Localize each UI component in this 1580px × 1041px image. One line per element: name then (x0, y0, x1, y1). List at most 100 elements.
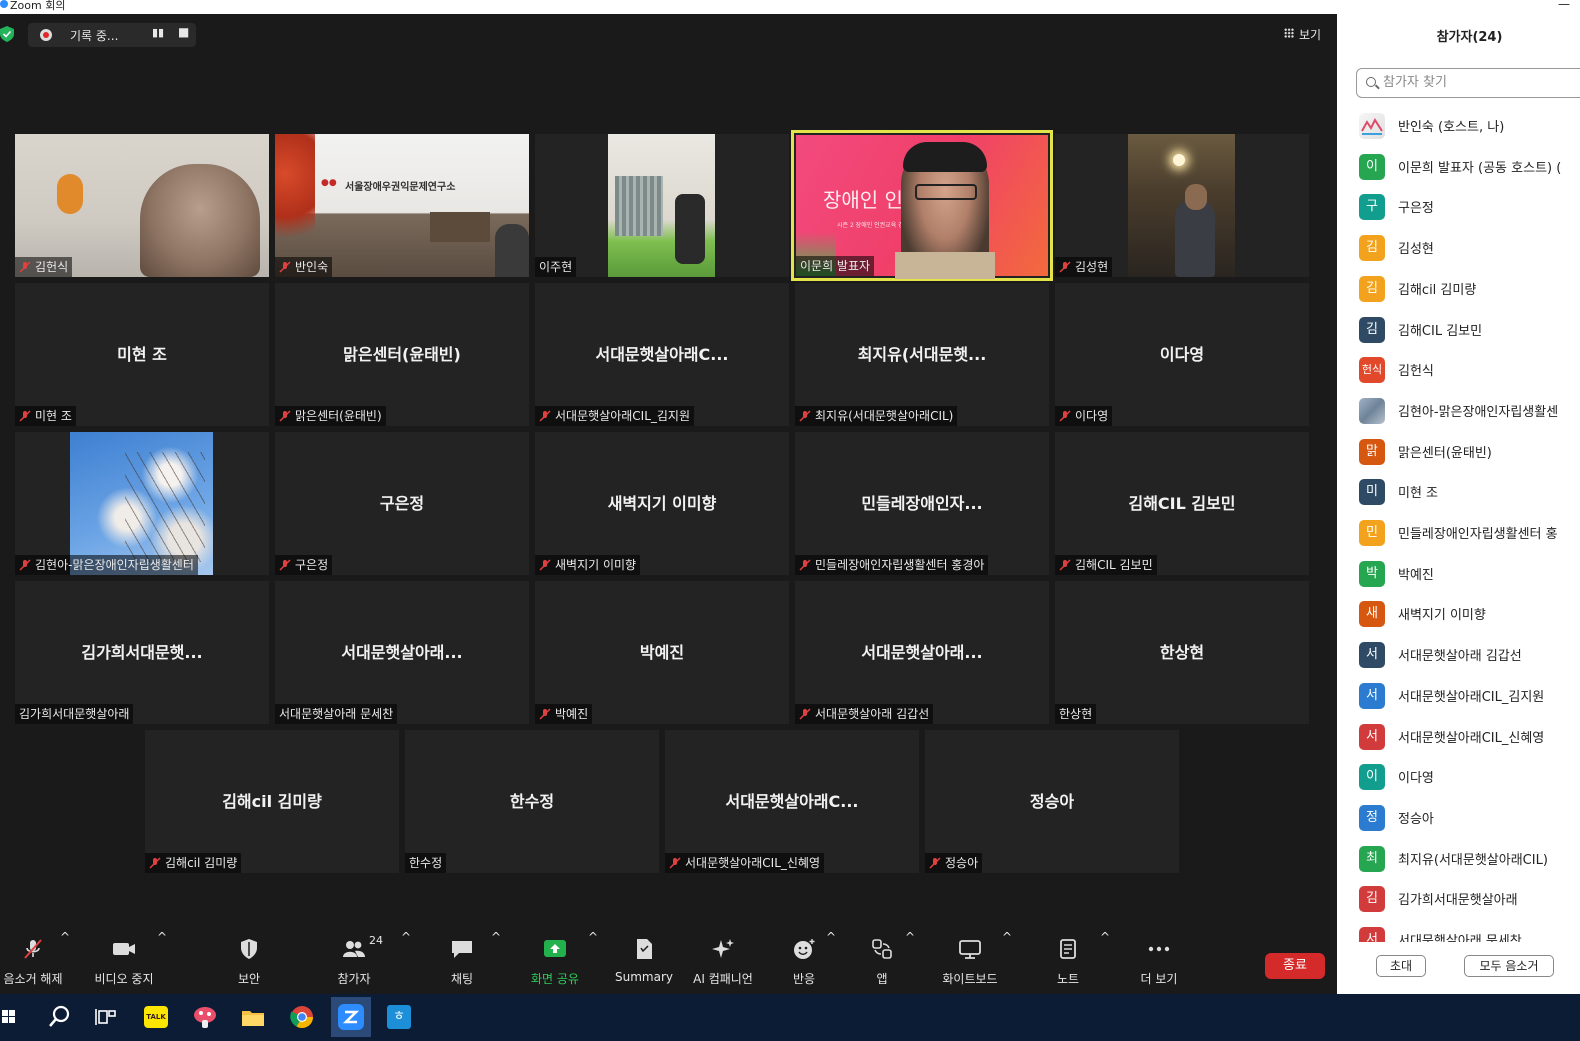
windows-start-icon[interactable] (0, 1000, 22, 1034)
participant-list-item[interactable]: 김현아-맑은장애인자립생활센 (1337, 391, 1580, 431)
participant-list-item[interactable]: 서 서대문햇살아래 김갑선 (1337, 635, 1580, 675)
participant-tile[interactable]: 박예진 박예진 (535, 581, 789, 724)
participant-tile[interactable]: 서대문햇살아래... 서대문햇살아래 김갑선 (795, 581, 1049, 724)
ai-companion-button[interactable]: AI 컴패니언 (688, 930, 758, 994)
participant-tile[interactable]: 서대문햇살아래C... 서대문햇살아래CIL_김지원 (535, 283, 789, 426)
minimize-button[interactable]: — (1558, 0, 1570, 10)
participant-list-item[interactable]: 서 서대문햇살아래CIL_신혜영 (1337, 717, 1580, 757)
participant-list-item[interactable]: 이 이문희 발표자 (공동 호스트) ( (1337, 147, 1580, 187)
participant-tile[interactable]: 민들레장애인자... 민들레장애인자립생활센터 홍경아 (795, 432, 1049, 575)
summary-button[interactable]: Summary (614, 930, 674, 994)
tile-name: 반인숙 (295, 260, 329, 274)
participant-tile[interactable]: 구은정 구은정 (275, 432, 529, 575)
participant-name: 김해CIL 김보민 (1398, 323, 1483, 339)
more-button[interactable]: 더 보기 (1134, 930, 1184, 994)
participant-tile[interactable]: 미현 조 미현 조 (15, 283, 269, 426)
mushroom-app-icon[interactable] (188, 1000, 222, 1034)
participant-name: 새벽지기 이미향 (1398, 608, 1486, 624)
participant-list-item[interactable]: 새 새벽지기 이미향 (1337, 594, 1580, 634)
panel-title: 참가자(24) (1436, 30, 1503, 45)
participant-list-item[interactable]: 서 서대문햇살아래 문세찬 (1337, 920, 1580, 942)
muted-mic-icon (1059, 410, 1071, 422)
participant-list-item[interactable]: 김 김가희서대문햇살아래 (1337, 879, 1580, 919)
participant-list-item[interactable]: 박 박예진 (1337, 554, 1580, 594)
tile-name: 새벽지기 이미향 (555, 558, 637, 572)
whiteboard-options-caret[interactable]: ^ (1002, 930, 1012, 994)
avatar (1359, 397, 1385, 424)
notes-button[interactable]: 노트 (1048, 930, 1088, 994)
video-tile[interactable]: 김성현 (1055, 134, 1309, 277)
search-icon[interactable] (42, 1000, 76, 1034)
participant-tile[interactable]: 김가희서대문햇... 김가희서대문햇살아래 (15, 581, 269, 724)
tile-name-tag: 이다영 (1055, 406, 1113, 426)
participant-list-item[interactable]: 최 최지유(서대문햇살아래CIL) (1337, 839, 1580, 879)
participant-tile[interactable]: 서대문햇살아래... 서대문햇살아래 문세찬 (275, 581, 529, 724)
participant-list-item[interactable]: 민 민들레장애인자립생활센터 홍 (1337, 513, 1580, 553)
avatar: 김 (1359, 275, 1385, 302)
muted-mic-icon (929, 857, 941, 869)
participant-list-item[interactable]: 김 김성현 (1337, 228, 1580, 268)
stop-video-button[interactable]: 비디오 중지 (88, 930, 160, 994)
share-screen-label: 화면 공유 (531, 972, 579, 986)
video-tile-active-speaker[interactable]: 장애인 인 미 시즌 2 장애인 인권교육 강사 업 이문희 발표자 (791, 130, 1053, 281)
participant-search-input[interactable]: 참가자 찾기 (1356, 68, 1580, 98)
participants-button[interactable]: 24 참가자 (326, 930, 383, 994)
video-tile[interactable]: 김헌식 (15, 134, 269, 277)
video-tile[interactable]: 이주현 (535, 134, 789, 277)
end-meeting-button[interactable]: 종료 (1265, 953, 1325, 979)
participant-tile[interactable]: 한상현 한상현 (1055, 581, 1309, 724)
participant-tile[interactable]: 최지유(서대문햇... 최지유(서대문햇살아래CIL) (795, 283, 1049, 426)
share-screen-button[interactable]: 화면 공유 (526, 930, 584, 994)
chat-options-caret[interactable]: ^ (491, 930, 501, 994)
participant-tile[interactable]: 새벽지기 이미향 새벽지기 이미향 (535, 432, 789, 575)
participant-tile[interactable]: 한수정 한수정 (405, 730, 659, 873)
participant-tile[interactable]: 김해cil 김미량 김해cil 김미량 (145, 730, 399, 873)
invite-button[interactable]: 초대 (1376, 955, 1426, 977)
unmute-button[interactable]: 음소거 해제 (0, 930, 66, 994)
chat-button[interactable]: 채팅 (436, 930, 488, 994)
hangul-icon[interactable]: ㅎ (382, 1000, 416, 1034)
tile-name-tag: 구은정 (275, 555, 333, 575)
reactions-options-caret[interactable]: ^ (826, 930, 836, 994)
apps-options-caret[interactable]: ^ (905, 930, 915, 994)
kakaotalk-icon[interactable]: TALK (139, 1000, 173, 1034)
task-view-icon[interactable] (90, 1000, 124, 1034)
participant-list-item[interactable]: 구 구은정 (1337, 187, 1580, 227)
participant-tile[interactable]: 맑은센터(윤태빈) 맑은센터(윤태빈) (275, 283, 529, 426)
tile-name: 서대문햇살아래 문세찬 (279, 707, 394, 721)
participant-tile[interactable]: 이다영 이다영 (1055, 283, 1309, 426)
video-options-caret[interactable]: ^ (157, 930, 167, 994)
mute-all-button[interactable]: 모두 음소거 (1464, 955, 1554, 977)
participant-list-item[interactable]: 미 미현 조 (1337, 472, 1580, 512)
participant-list-item[interactable]: 맑 맑은센터(윤태빈) (1337, 432, 1580, 472)
pause-recording-button[interactable]: ▮▮ (152, 26, 164, 39)
security-button[interactable]: 보안 (222, 930, 276, 994)
participant-list-item[interactable]: 반인숙 (호스트, 나) (1337, 106, 1580, 146)
video-tile[interactable]: 김현아-맑은장애인자립생활센터 (15, 432, 269, 575)
participant-list-item[interactable]: 김 김해CIL 김보민 (1337, 310, 1580, 350)
participant-tile[interactable]: 김해CIL 김보민 김해CIL 김보민 (1055, 432, 1309, 575)
participant-list-item[interactable]: 이 이다영 (1337, 757, 1580, 797)
reactions-button[interactable]: 반응 (782, 930, 826, 994)
chrome-icon[interactable] (285, 1000, 319, 1034)
view-button[interactable]: 보기 (1278, 24, 1330, 44)
apps-button[interactable]: 앱 (862, 930, 902, 994)
whiteboard-button[interactable]: 화이트보드 (936, 930, 1004, 994)
tile-name: 이문희 발표자 (800, 259, 871, 273)
audio-options-caret[interactable]: ^ (60, 930, 70, 994)
participant-list-item[interactable]: 헌식 김헌식 (1337, 350, 1580, 390)
participant-tile[interactable]: 정승아 정승아 (925, 730, 1179, 873)
participants-options-caret[interactable]: ^ (401, 930, 411, 994)
video-tile[interactable]: ●● 서울장애우권익문제연구소 반인숙 (275, 134, 529, 277)
tile-name-tag: 서대문햇살아래 문세찬 (275, 704, 398, 724)
encryption-shield-icon[interactable] (0, 26, 14, 42)
participant-tile[interactable]: 서대문햇살아래C... 서대문햇살아래CIL_신혜영 (665, 730, 919, 873)
share-options-caret[interactable]: ^ (588, 930, 598, 994)
file-explorer-icon[interactable] (236, 1000, 270, 1034)
participant-list-item[interactable]: 서 서대문햇살아래CIL_김지원 (1337, 676, 1580, 716)
participant-list-item[interactable]: 정 정승아 (1337, 798, 1580, 838)
notes-options-caret[interactable]: ^ (1100, 930, 1110, 994)
stop-recording-button[interactable]: ■ (178, 25, 189, 39)
zoom-taskbar-button[interactable] (331, 997, 371, 1037)
participant-list-item[interactable]: 김 김해cil 김미량 (1337, 269, 1580, 309)
